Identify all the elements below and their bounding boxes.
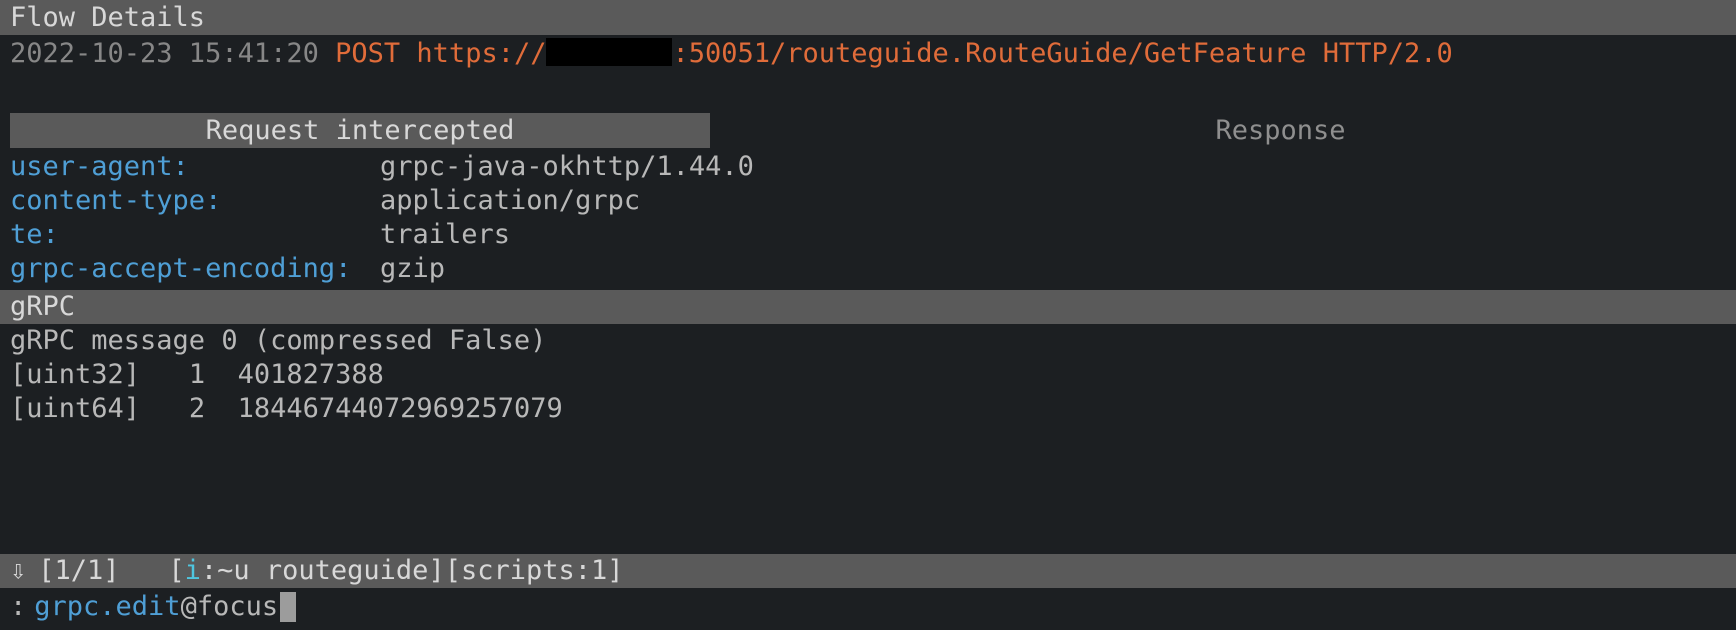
header-row: grpc-accept-encoding: gzip xyxy=(10,252,1726,286)
header-row: te: trailers xyxy=(10,218,1726,252)
flow-details-title: Flow Details xyxy=(10,1,205,35)
command-prompt: : xyxy=(10,590,26,624)
grpc-field-row: [uint64] 2 18446744072969257079 xyxy=(10,392,1726,426)
header-value: grpc-java-okhttp/1.44.0 xyxy=(380,150,754,184)
header-name: user-agent: xyxy=(10,150,380,184)
grpc-field-value: 18446744072969257079 xyxy=(238,393,563,424)
request-headers: user-agent: grpc-java-okhttp/1.44.0 cont… xyxy=(0,148,1736,290)
tab-request[interactable]: Request intercepted xyxy=(10,113,710,148)
header-value: application/grpc xyxy=(380,184,640,218)
command-input[interactable]: : grpc.edit @focus xyxy=(0,588,1736,630)
request-http-version: HTTP/2.0 xyxy=(1323,38,1453,69)
grpc-field-row: [uint32] 1 401827388 xyxy=(10,358,1726,392)
bracket-mid: ][ xyxy=(428,554,461,588)
text-cursor xyxy=(280,592,296,622)
grpc-section-header: gRPC xyxy=(0,290,1736,324)
grpc-section-label: gRPC xyxy=(10,291,75,322)
header-row: user-agent: grpc-java-okhttp/1.44.0 xyxy=(10,150,1726,184)
command-arg: @focus xyxy=(181,590,279,624)
down-arrow-icon: ⇩ xyxy=(10,554,26,588)
grpc-field-type: [uint64] xyxy=(10,393,140,424)
status-intercept-label: i xyxy=(185,554,201,588)
tab-response[interactable]: Response xyxy=(825,113,1736,148)
redacted-host xyxy=(546,38,672,66)
bracket-open: [ xyxy=(168,554,184,588)
status-counter: [1/1] xyxy=(38,554,119,588)
grpc-body: gRPC message 0 (compressed False) [uint3… xyxy=(0,324,1736,554)
request-line: 2022-10-23 15:41:20 POST https:// :50051/… xyxy=(0,35,1736,81)
header-value: trailers xyxy=(380,218,510,252)
tab-response-label: Response xyxy=(1215,115,1345,146)
command-name: grpc.edit xyxy=(34,590,180,624)
status-bar: ⇩ [1/1] [i:~u routeguide][scripts:1] xyxy=(0,554,1736,588)
flow-details-title-bar: Flow Details xyxy=(0,0,1736,35)
request-method: POST xyxy=(335,38,400,69)
grpc-field-tag: 2 xyxy=(189,393,205,424)
header-name: te: xyxy=(10,218,380,252)
detail-tabs: Request intercepted Response xyxy=(0,113,1736,148)
grpc-message-header: gRPC message 0 (compressed False) xyxy=(10,324,1726,358)
request-timestamp: 2022-10-23 15:41:20 xyxy=(10,38,319,69)
header-name: content-type: xyxy=(10,184,380,218)
request-url-prefix: https:// xyxy=(416,38,546,69)
grpc-field-value: 401827388 xyxy=(238,359,384,390)
header-name: grpc-accept-encoding: xyxy=(10,252,380,286)
header-row: content-type: application/grpc xyxy=(10,184,1726,218)
status-scripts: scripts:1 xyxy=(461,554,607,588)
request-url-suffix: :50051/routeguide.RouteGuide/GetFeature xyxy=(672,38,1306,69)
grpc-field-tag: 1 xyxy=(189,359,205,390)
status-intercept-rest: :~u routeguide xyxy=(201,554,429,588)
bracket-close: ] xyxy=(607,554,623,588)
header-value: gzip xyxy=(380,252,445,286)
grpc-field-type: [uint32] xyxy=(10,359,140,390)
tab-request-label: Request intercepted xyxy=(206,115,515,146)
